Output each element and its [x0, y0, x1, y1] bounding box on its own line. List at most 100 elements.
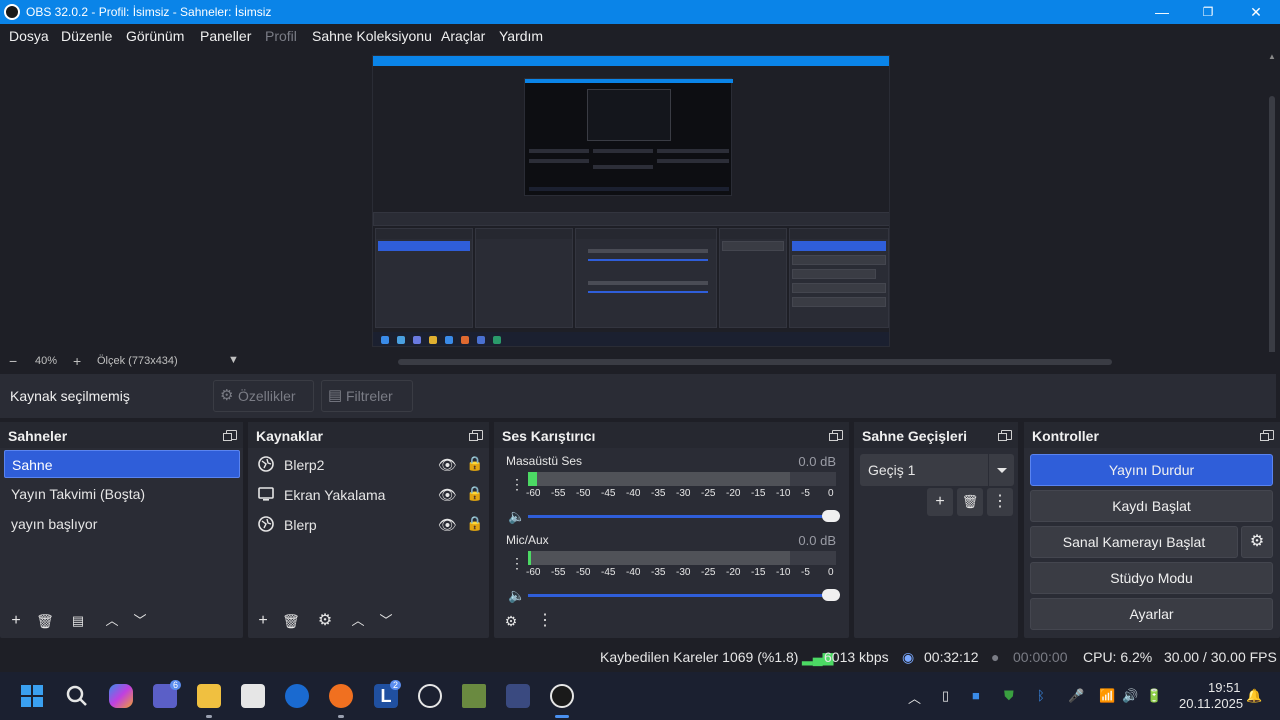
scene-item[interactable]: Yayın Takvimi (Boşta) [4, 480, 240, 508]
studio-mode-button[interactable]: Stüdyo Modu [1030, 562, 1273, 594]
proton-vpn-icon[interactable] [418, 684, 442, 708]
undock-icon[interactable] [1260, 430, 1274, 441]
running-indicator [206, 715, 212, 718]
source-item[interactable]: Ekran Yakalama 👁 🔒 [252, 481, 488, 509]
speaker-icon[interactable]: 🔊 [1122, 688, 1138, 704]
scene-item[interactable]: Sahne [4, 450, 240, 478]
menu-duzenle[interactable]: Düzenle [61, 28, 112, 44]
lock-icon[interactable]: 🔒 [466, 485, 483, 502]
undock-icon[interactable] [998, 430, 1012, 441]
dropped-frames: Kaybedilen Kareler 1069 (%1.8) [600, 649, 799, 665]
filters-button[interactable]: ▤ Filtreler [321, 380, 413, 412]
zoom-in-button[interactable]: + [73, 353, 81, 369]
microsoft-store-icon[interactable] [241, 684, 265, 708]
source-properties-gear-icon[interactable]: ⚙ [316, 612, 334, 630]
menu-sahne-koleksiyonu[interactable]: Sahne Koleksiyonu [312, 28, 432, 44]
undock-icon[interactable] [469, 430, 483, 441]
add-transition-icon[interactable]: + [927, 488, 953, 516]
volume-slider-handle[interactable] [822, 510, 840, 522]
audio-channel: Masaüstü Ses 0.0 dB ⋮ -60 -55 -50 -45 -40 -35… [494, 454, 848, 532]
file-explorer-icon[interactable] [197, 684, 221, 708]
volume-slider-handle[interactable] [822, 589, 840, 601]
clock-date[interactable]: 20.11.2025 [1179, 696, 1243, 711]
meter-tick-label: -35 [651, 488, 666, 499]
volume-slider[interactable] [528, 515, 824, 518]
settings-button[interactable]: Ayarlar [1030, 598, 1273, 630]
scene-item[interactable]: yayın başlıyor [4, 510, 240, 538]
visibility-eye-icon[interactable]: 👁 [438, 516, 457, 534]
volume-slider[interactable] [528, 594, 824, 597]
bluetooth-icon[interactable]: ᛒ [1037, 688, 1045, 703]
move-down-icon[interactable]: ﹀ [131, 612, 149, 630]
menu-gorunum[interactable]: Görünüm [126, 28, 184, 44]
close-icon[interactable]: ✕ [1246, 3, 1266, 21]
mixer-menu-icon[interactable]: ⋮ [536, 612, 554, 630]
undock-icon[interactable] [223, 430, 237, 441]
undock-icon[interactable] [829, 430, 843, 441]
visibility-eye-icon[interactable]: 👁 [438, 486, 457, 504]
remove-scene-icon[interactable]: 🗑 [36, 612, 54, 630]
preview-horizontal-scrollbar[interactable] [398, 359, 1112, 365]
meter-tick-label: -40 [626, 567, 641, 578]
meter-tick-label: -15 [751, 488, 766, 499]
channel-menu-icon[interactable]: ⋮ [510, 476, 524, 493]
scene-filters-icon[interactable]: ▤ [69, 612, 87, 630]
show-hidden-icons-chevron-icon[interactable]: ︿ [908, 688, 921, 707]
restore-icon[interactable]: ❐ [1198, 3, 1218, 21]
windows-start-icon[interactable] [20, 684, 44, 708]
preview-vertical-scrollbar[interactable]: ▲ [1264, 48, 1280, 356]
edge-icon[interactable] [285, 684, 309, 708]
channel-menu-icon[interactable]: ⋮ [510, 555, 524, 572]
menu-bar: Dosya Düzenle Görünüm Paneller Profil Sa… [0, 24, 1280, 48]
stream-broadcast-icon: ◉ [902, 649, 915, 665]
move-up-icon[interactable]: ︿ [103, 612, 121, 630]
start-recording-button[interactable]: Kaydı Başlat [1030, 490, 1273, 522]
menu-yardim[interactable]: Yardım [499, 28, 543, 44]
transition-select[interactable]: Geçiş 1 [860, 454, 1014, 486]
wifi-icon[interactable]: 📶 [1099, 688, 1115, 704]
scale-dropdown-icon[interactable]: ▼ [228, 354, 239, 366]
microphone-icon[interactable]: 🎤 [1068, 688, 1084, 704]
mute-speaker-icon[interactable]: 🔈 [508, 587, 525, 604]
add-source-icon[interactable]: + [254, 612, 272, 630]
remove-transition-icon[interactable]: 🗑 [957, 488, 983, 516]
intel-icon[interactable]: ■ [972, 688, 980, 703]
source-item[interactable]: Blerp2 👁 🔒 [252, 451, 488, 479]
advanced-audio-gears-icon[interactable]: ⚙ [502, 612, 520, 630]
lock-icon[interactable]: 🔒 [466, 515, 483, 532]
zoom-out-button[interactable]: − [9, 353, 17, 369]
filter-icon: ▤ [328, 387, 343, 404]
source-name: Ekran Yakalama [284, 487, 386, 503]
obs-taskbar-icon[interactable] [550, 684, 574, 708]
visibility-eye-icon[interactable]: 👁 [438, 456, 457, 474]
menu-dosya[interactable]: Dosya [9, 28, 49, 44]
stop-streaming-button[interactable]: Yayını Durdur [1030, 454, 1273, 486]
source-item[interactable]: Blerp 👁 🔒 [252, 511, 488, 539]
battery-icon[interactable]: 🔋 [1146, 688, 1162, 704]
notification-bell-icon[interactable]: 🔔 [1246, 688, 1262, 704]
transition-menu-icon[interactable]: ⋮ [987, 488, 1013, 516]
add-scene-icon[interactable]: + [7, 612, 25, 630]
meter-tick-label: -45 [601, 567, 616, 578]
clock-time[interactable]: 19:51 [1208, 680, 1241, 695]
usb-drive-icon[interactable]: ▯ [942, 688, 949, 704]
start-virtual-camera-button[interactable]: Sanal Kamerayı Başlat [1030, 526, 1238, 558]
mute-speaker-icon[interactable]: 🔈 [508, 508, 525, 525]
visual-studio-icon[interactable] [506, 684, 530, 708]
chevron-down-icon[interactable] [988, 454, 1014, 486]
defender-shield-icon[interactable]: ⛊ [1004, 688, 1014, 704]
remove-source-icon[interactable]: 🗑 [282, 612, 300, 630]
lock-icon[interactable]: 🔒 [466, 455, 483, 472]
menu-profil[interactable]: Profil [265, 28, 297, 44]
menu-paneller[interactable]: Paneller [200, 28, 251, 44]
minimize-icon[interactable]: — [1152, 3, 1172, 21]
menu-araclar[interactable]: Araçlar [441, 28, 485, 44]
minecraft-icon[interactable] [462, 684, 486, 708]
search-icon[interactable] [65, 684, 89, 708]
firefox-icon[interactable] [329, 684, 353, 708]
copilot-icon[interactable] [109, 684, 133, 708]
move-up-icon[interactable]: ︿ [349, 612, 367, 630]
move-down-icon[interactable]: ﹀ [377, 612, 395, 630]
properties-button[interactable]: ⚙ Özellikler [213, 380, 314, 412]
virtual-camera-gear-icon[interactable]: ⚙ [1241, 526, 1273, 558]
